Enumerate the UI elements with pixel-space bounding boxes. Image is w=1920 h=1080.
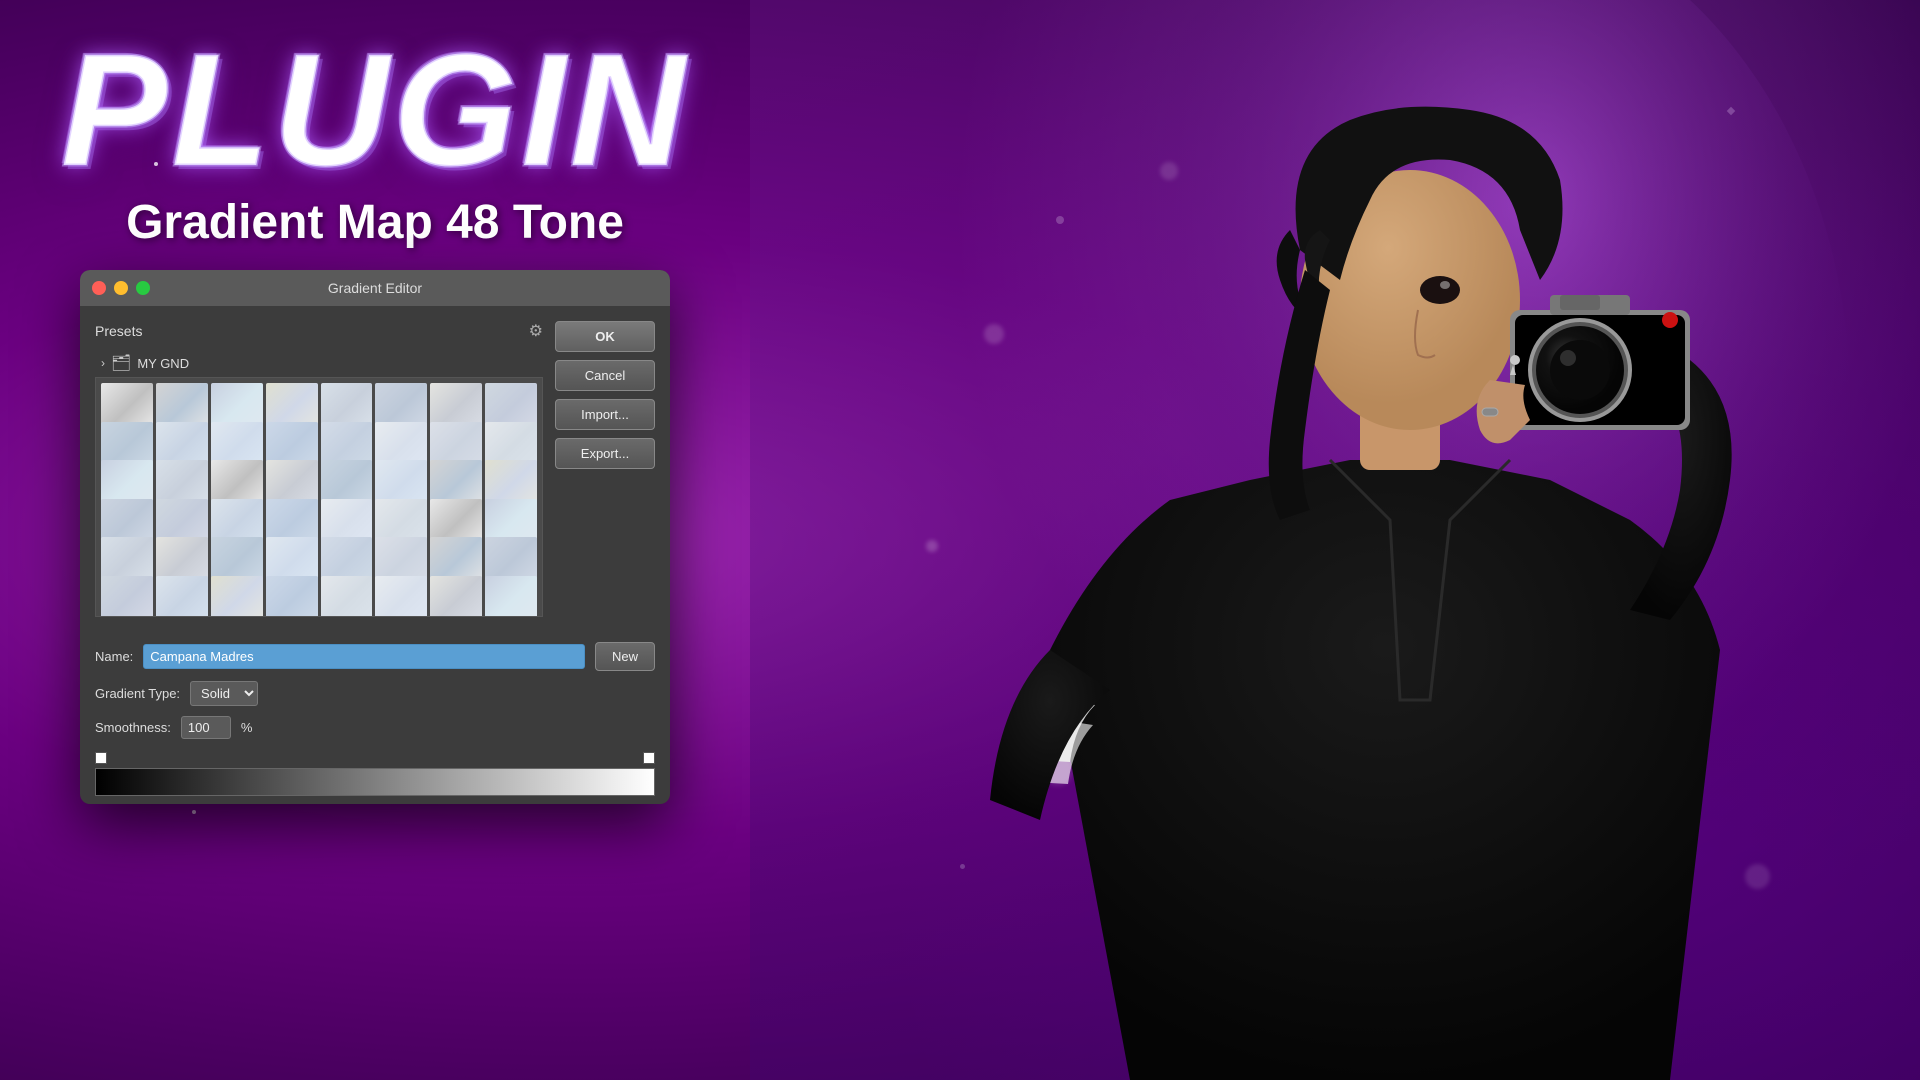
chevron-icon: ›: [101, 356, 105, 370]
gradient-swatch[interactable]: [430, 576, 482, 618]
gradient-swatch[interactable]: [321, 576, 373, 618]
right-section: OK Cancel Import... Export...: [555, 321, 655, 617]
gradient-grid[interactable]: [95, 377, 543, 617]
person-area: [750, 0, 1920, 1080]
subtitle: Gradient Map 48 Tone: [126, 195, 624, 250]
gradient-bar-row: [80, 744, 670, 804]
folder-name: MY GND: [137, 356, 189, 371]
left-panel: PLUGIN Gradient Map 48 Tone Gradient Edi…: [0, 0, 750, 1080]
presets-label: Presets: [95, 323, 142, 339]
plugin-title: PLUGIN: [61, 30, 689, 190]
gradient-swatch[interactable]: [266, 576, 318, 618]
dialog-title: Gradient Editor: [328, 280, 422, 296]
smoothness-input[interactable]: [181, 716, 231, 739]
person-figure-svg: [750, 0, 1920, 1080]
gradient-swatch[interactable]: [101, 576, 153, 618]
folder-icon: 🗂: [111, 353, 131, 373]
smoothness-label: Smoothness:: [95, 720, 171, 735]
gradient-type-select[interactable]: Solid Noise: [190, 681, 258, 706]
dialog-body: Presets ⚙ › 🗂 MY GND: [80, 306, 670, 632]
right-panel: [750, 0, 1920, 1080]
gradient-type-row: Gradient Type: Solid Noise: [80, 676, 670, 711]
title-bar: Gradient Editor: [80, 270, 670, 306]
name-input[interactable]: [143, 644, 585, 669]
gradient-swatch[interactable]: [211, 576, 263, 618]
name-label: Name:: [95, 649, 133, 664]
minimize-button[interactable]: [114, 281, 128, 295]
left-section: Presets ⚙ › 🗂 MY GND: [95, 321, 543, 617]
smoothness-row: Smoothness: %: [80, 711, 670, 744]
gradient-type-label: Gradient Type:: [95, 686, 180, 701]
folder-row[interactable]: › 🗂 MY GND: [95, 349, 543, 377]
new-button[interactable]: New: [595, 642, 655, 671]
name-row: Name: New: [80, 632, 670, 676]
ok-button[interactable]: OK: [555, 321, 655, 352]
gradient-swatch[interactable]: [156, 576, 208, 618]
gear-icon[interactable]: ⚙: [529, 321, 543, 341]
gradient-bar: [95, 768, 655, 796]
color-stop-left[interactable]: [95, 752, 107, 764]
gradient-swatch[interactable]: [375, 576, 427, 618]
close-button[interactable]: [92, 281, 106, 295]
import-button[interactable]: Import...: [555, 399, 655, 430]
maximize-button[interactable]: [136, 281, 150, 295]
traffic-lights: [92, 281, 150, 295]
presets-header: Presets ⚙: [95, 321, 543, 341]
export-button[interactable]: Export...: [555, 438, 655, 469]
smoothness-unit: %: [241, 720, 253, 735]
gradient-editor-dialog: Gradient Editor Presets ⚙ › 🗂 MY GND: [80, 270, 670, 804]
gradient-swatch[interactable]: [485, 576, 537, 618]
cancel-button[interactable]: Cancel: [555, 360, 655, 391]
color-stop-right[interactable]: [643, 752, 655, 764]
